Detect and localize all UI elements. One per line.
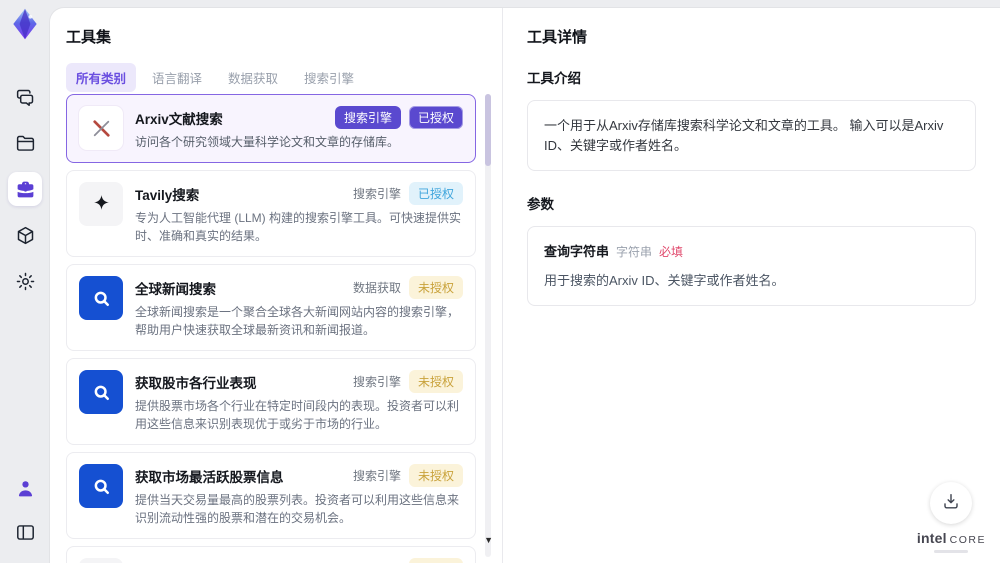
page-title: 工具集 xyxy=(66,29,112,46)
cube-icon xyxy=(15,225,36,246)
newspaper-icon xyxy=(79,558,123,563)
sidebar-item-account[interactable] xyxy=(8,471,42,505)
tool-name: Arxiv文献搜索 xyxy=(135,112,223,127)
tool-badges: 搜索引擎 未授权 xyxy=(353,558,463,563)
tab-3[interactable]: 搜索引擎 xyxy=(294,63,364,92)
category-tabs: 所有类别 语言翻译 数据获取 搜索引擎 xyxy=(66,63,486,92)
tool-badges: 搜索引擎 已授权 xyxy=(334,106,463,129)
scroll-down-arrow-icon[interactable]: ▼ xyxy=(484,536,493,545)
sidebar-item-toggle-panel[interactable] xyxy=(8,515,42,549)
arxiv-logo xyxy=(79,106,123,150)
detail-title: 工具详情 xyxy=(527,29,588,46)
scrollbar-thumb[interactable] xyxy=(485,94,491,166)
parameter-card: 查询字符串 字符串 必填 用于搜索的Arxiv ID、关键字或作者姓名。 xyxy=(527,226,976,306)
intro-heading: 工具介绍 xyxy=(527,71,581,86)
rail-nav xyxy=(0,80,50,298)
tool-card[interactable]: Arxiv文献搜索 搜索引擎 已授权 访问各个研究领域大量科学论文和文章的存储库… xyxy=(66,94,476,163)
tool-name: 获取市场最活跃股票信息 xyxy=(135,470,284,485)
tool-auth-badge: 未授权 xyxy=(408,558,463,563)
tool-description: 提供股票市场各个行业在特定时间段内的表现。投资者可以利用这些信息来识别表现优于或… xyxy=(135,399,460,431)
tool-badges: 搜索引擎 未授权 xyxy=(353,464,463,487)
tool-badges: 搜索引擎 未授权 xyxy=(353,370,463,393)
tools-panel: 工具集 所有类别 语言翻译 数据获取 搜索引擎 Arxiv文献搜索 搜索引擎 已授权 … xyxy=(50,8,502,563)
tool-category-badge: 搜索引擎 xyxy=(352,375,401,389)
gear-icon xyxy=(15,271,36,292)
tool-badges: 搜索引擎 已授权 xyxy=(353,182,463,205)
tool-card[interactable]: 全球新闻搜索 数据获取 未授权 全球新闻搜索是一个聚合全球各大新闻网站内容的搜索… xyxy=(66,264,476,351)
params-heading: 参数 xyxy=(527,197,554,212)
list-scrollbar[interactable] xyxy=(485,94,491,557)
user-icon xyxy=(15,478,36,499)
tool-description: 访问各个研究领域大量科学论文和文章的存储库。 xyxy=(135,135,400,149)
tool-name: Tavily搜索 xyxy=(135,188,200,203)
download-button[interactable] xyxy=(930,482,973,525)
panel-icon xyxy=(15,522,36,543)
tool-description: 提供当天交易量最高的股票列表。投资者可以利用这些信息来识别流动性强的股票和潜在的… xyxy=(135,493,460,525)
briefcase-icon xyxy=(15,179,36,200)
rail-bottom xyxy=(0,471,50,549)
tool-card[interactable]: 获取股市各行业表现 搜索引擎 未授权 提供股票市场各个行业在特定时间段内的表现。… xyxy=(66,358,476,445)
tool-detail-panel: 工具详情 工具介绍 一个用于从Arxiv存储库搜索科学论文和文章的工具。 输入可… xyxy=(502,8,1000,563)
sparkle-star-icon xyxy=(79,182,123,226)
intel-core-logo: intel CORE xyxy=(917,531,986,553)
tool-auth-badge: 已授权 xyxy=(408,106,463,129)
folder-icon xyxy=(15,133,36,154)
tool-category-badge: 数据获取 xyxy=(352,281,401,295)
tool-category-badge: 搜索引擎 xyxy=(352,469,401,483)
parameter-required-badge: 必填 xyxy=(659,245,684,259)
tool-description: 专为人工智能代理 (LLM) 构建的搜索引擎工具。可快速提供实时、准确和真实的结… xyxy=(135,211,462,243)
tool-intro-text: 一个用于从Arxiv存储库搜索科学论文和文章的工具。 输入可以是Arxiv ID… xyxy=(527,100,976,171)
main-panel: 工具集 所有类别 语言翻译 数据获取 搜索引擎 Arxiv文献搜索 搜索引擎 已授权 … xyxy=(50,8,1000,563)
sidebar-item-tools[interactable] xyxy=(8,172,42,206)
tool-name: 全球新闻搜索 xyxy=(135,282,216,297)
tool-name: 获取股市各行业表现 xyxy=(135,376,257,391)
tool-category-badge: 搜索引擎 xyxy=(353,558,401,563)
sidebar-item-settings[interactable] xyxy=(8,264,42,298)
tool-auth-badge: 未授权 xyxy=(408,276,463,299)
brand-intel-text: intel xyxy=(916,530,947,547)
tool-auth-badge: 未授权 xyxy=(408,370,463,393)
tool-name: 万维地区新闻查询 xyxy=(135,558,345,563)
app-logo-icon xyxy=(7,6,43,42)
left-rail xyxy=(0,0,50,563)
download-icon xyxy=(941,491,961,516)
parameter-name: 查询字符串 xyxy=(544,244,610,259)
corner-stack: intel CORE xyxy=(917,482,986,553)
tool-badges: 数据获取 未授权 xyxy=(353,276,463,299)
tool-card[interactable]: 获取市场最活跃股票信息 搜索引擎 未授权 提供当天交易量最高的股票列表。投资者可… xyxy=(66,452,476,539)
app-window: 工具集 所有类别 语言翻译 数据获取 搜索引擎 Arxiv文献搜索 搜索引擎 已授权 … xyxy=(0,0,1000,563)
parameter-description: 用于搜索的Arxiv ID、关键字或作者姓名。 xyxy=(544,273,785,288)
tool-auth-badge: 已授权 xyxy=(408,182,463,205)
sidebar-item-chat[interactable] xyxy=(8,80,42,114)
tool-auth-badge: 未授权 xyxy=(408,464,463,487)
tab-2[interactable]: 数据获取 xyxy=(218,63,288,92)
parameter-type: 字符串 xyxy=(616,245,653,259)
tool-card[interactable]: Tavily搜索 搜索引擎 已授权 专为人工智能代理 (LLM) 构建的搜索引擎… xyxy=(66,170,476,257)
tool-category-badge: 搜索引擎 xyxy=(352,187,401,201)
blue-search-app-icon xyxy=(79,276,123,320)
tab-1[interactable]: 语言翻译 xyxy=(142,63,212,92)
sidebar-item-packages[interactable] xyxy=(8,218,42,252)
blue-search-app-icon xyxy=(79,370,123,414)
chat-icon xyxy=(15,87,36,108)
blue-search-app-icon xyxy=(79,464,123,508)
tool-description: 全球新闻搜索是一个聚合全球各大新闻网站内容的搜索引擎，帮助用户快速获取全球最新资… xyxy=(135,305,460,337)
brand-underline xyxy=(934,550,969,553)
tab-0[interactable]: 所有类别 xyxy=(66,63,137,92)
tool-card[interactable]: 万维地区新闻查询 搜索引擎 未授权 查询具体行政区划内的新闻，快速了解各地新闻动 xyxy=(66,546,476,563)
tool-list: Arxiv文献搜索 搜索引擎 已授权 访问各个研究领域大量科学论文和文章的存储库… xyxy=(66,94,476,563)
sidebar-item-files[interactable] xyxy=(8,126,42,160)
brand-core-text: CORE xyxy=(949,534,986,547)
tool-category-badge: 搜索引擎 xyxy=(334,106,401,129)
